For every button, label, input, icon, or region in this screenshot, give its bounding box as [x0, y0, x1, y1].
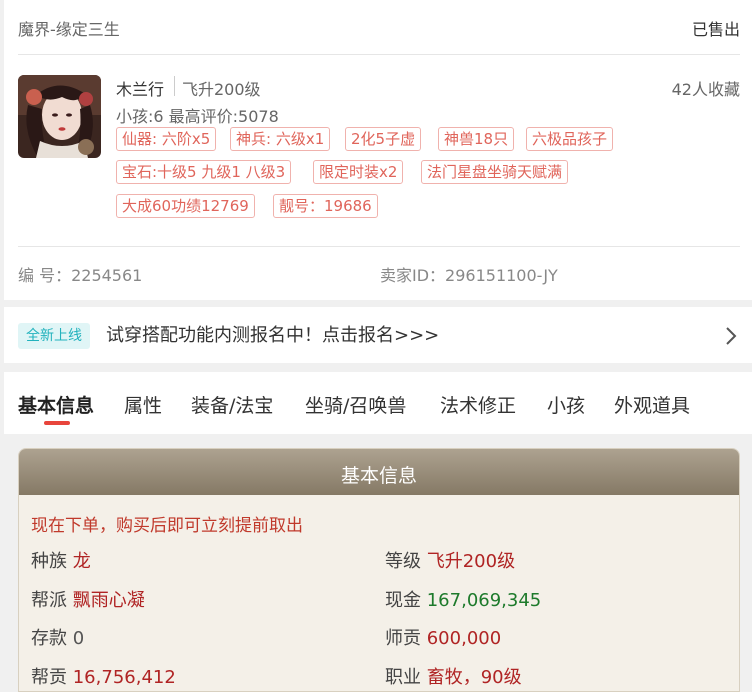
race-field: 种族 龙 [31, 547, 91, 573]
divider [18, 54, 740, 55]
sale-status: 已售出 [691, 20, 740, 39]
job-value: 畜牧，90级 [426, 667, 522, 688]
seller-id: 卖家ID：296151100-JY [380, 266, 558, 285]
panel-header: 基本信息 [19, 449, 739, 495]
guild-field: 帮派 飘雨心凝 [31, 586, 145, 612]
basic-info-panel: 基本信息 现在下单，购买后即可立刻提前取出 种族 龙 等级 飞升200级 帮派 … [18, 448, 740, 692]
tag: 神兽18只 [438, 127, 515, 151]
grade-value: 飞升200级 [426, 551, 516, 572]
tab-attributes[interactable]: 属性 [124, 391, 162, 418]
tag: 大成60功绩12769 [116, 194, 255, 218]
tag: 靓号：19686 [273, 194, 378, 218]
notice-bar[interactable]: 全新上线 试穿搭配功能内测报名中！点击报名>>> [4, 307, 752, 363]
tag: 法门星盘坐骑天赋满 [421, 160, 569, 184]
grade-label: 等级 [385, 551, 421, 572]
tab-spell-correction[interactable]: 法术修正 [440, 391, 516, 418]
withdraw-note: 现在下单，购买后即可立刻提前取出 [31, 516, 303, 536]
character-avatar[interactable] [18, 75, 101, 158]
cash-field: 现金 167,069,345 [385, 586, 541, 612]
favorites-count[interactable]: 42人收藏 [672, 76, 740, 100]
guild-value: 飘雨心凝 [72, 590, 145, 611]
panel-title: 基本信息 [340, 465, 417, 487]
tab-children[interactable]: 小孩 [547, 391, 585, 418]
tab-bar: 基本信息 属性 装备/法宝 坐骑/召唤兽 法术修正 小孩 外观道具 [4, 372, 752, 434]
mentor-field: 师贡 600,000 [385, 624, 501, 650]
notice-text[interactable]: 试穿搭配功能内测报名中！点击报名>>> [106, 323, 439, 349]
divider [18, 246, 740, 247]
guild-label: 帮派 [31, 590, 67, 611]
cash-value: 167,069,345 [426, 590, 542, 611]
tab-mounts-summons[interactable]: 坐骑/召唤兽 [305, 391, 406, 418]
tag: 宝石:十级5 九级1 八级3 [116, 160, 292, 184]
divider [174, 76, 175, 96]
deposit-value: 0 [72, 628, 85, 649]
deposit-field: 存款 0 [31, 624, 84, 650]
mentor-label: 师贡 [385, 628, 421, 649]
guild-contribution-field: 帮贡 16,756,412 [31, 663, 176, 689]
active-tab-indicator [44, 421, 70, 425]
cash-label: 现金 [385, 590, 421, 611]
race-label: 种族 [31, 551, 67, 572]
tab-appearance-items[interactable]: 外观道具 [614, 391, 690, 418]
deposit-label: 存款 [31, 628, 67, 649]
new-badge: 全新上线 [18, 323, 90, 349]
guild-contribution-value: 16,756,412 [72, 667, 176, 688]
character-name: 木兰行 [116, 80, 165, 99]
tag: 2化5子虚 [345, 127, 422, 151]
tag: 神兵: 六级x1 [230, 127, 331, 151]
tab-equipment[interactable]: 装备/法宝 [191, 391, 273, 418]
tab-basic-info[interactable]: 基本信息 [18, 391, 94, 418]
tag: 六极品孩子 [526, 127, 614, 151]
listing-card: 魔界-缘定三生 已售出 木兰行 飞升200级 42人收藏 小孩:6 最高评价:5… [4, 0, 752, 300]
tag: 仙器: 六阶x5 [116, 127, 217, 151]
serial-number: 编 号：2254561 [18, 266, 143, 285]
tag: 限定时装x2 [313, 160, 404, 184]
job-field: 职业 畜牧，90级 [385, 663, 522, 689]
character-summary: 小孩:6 最高评价:5078 [116, 107, 279, 126]
character-level: 飞升200级 [182, 80, 261, 99]
guild-contribution-label: 帮贡 [31, 667, 67, 688]
mentor-value: 600,000 [426, 628, 502, 649]
server-name: 魔界-缘定三生 [18, 20, 120, 39]
race-value: 龙 [72, 551, 91, 572]
grade-field: 等级 飞升200级 [385, 547, 515, 573]
job-label: 职业 [385, 667, 421, 688]
chevron-right-icon[interactable] [724, 326, 738, 346]
